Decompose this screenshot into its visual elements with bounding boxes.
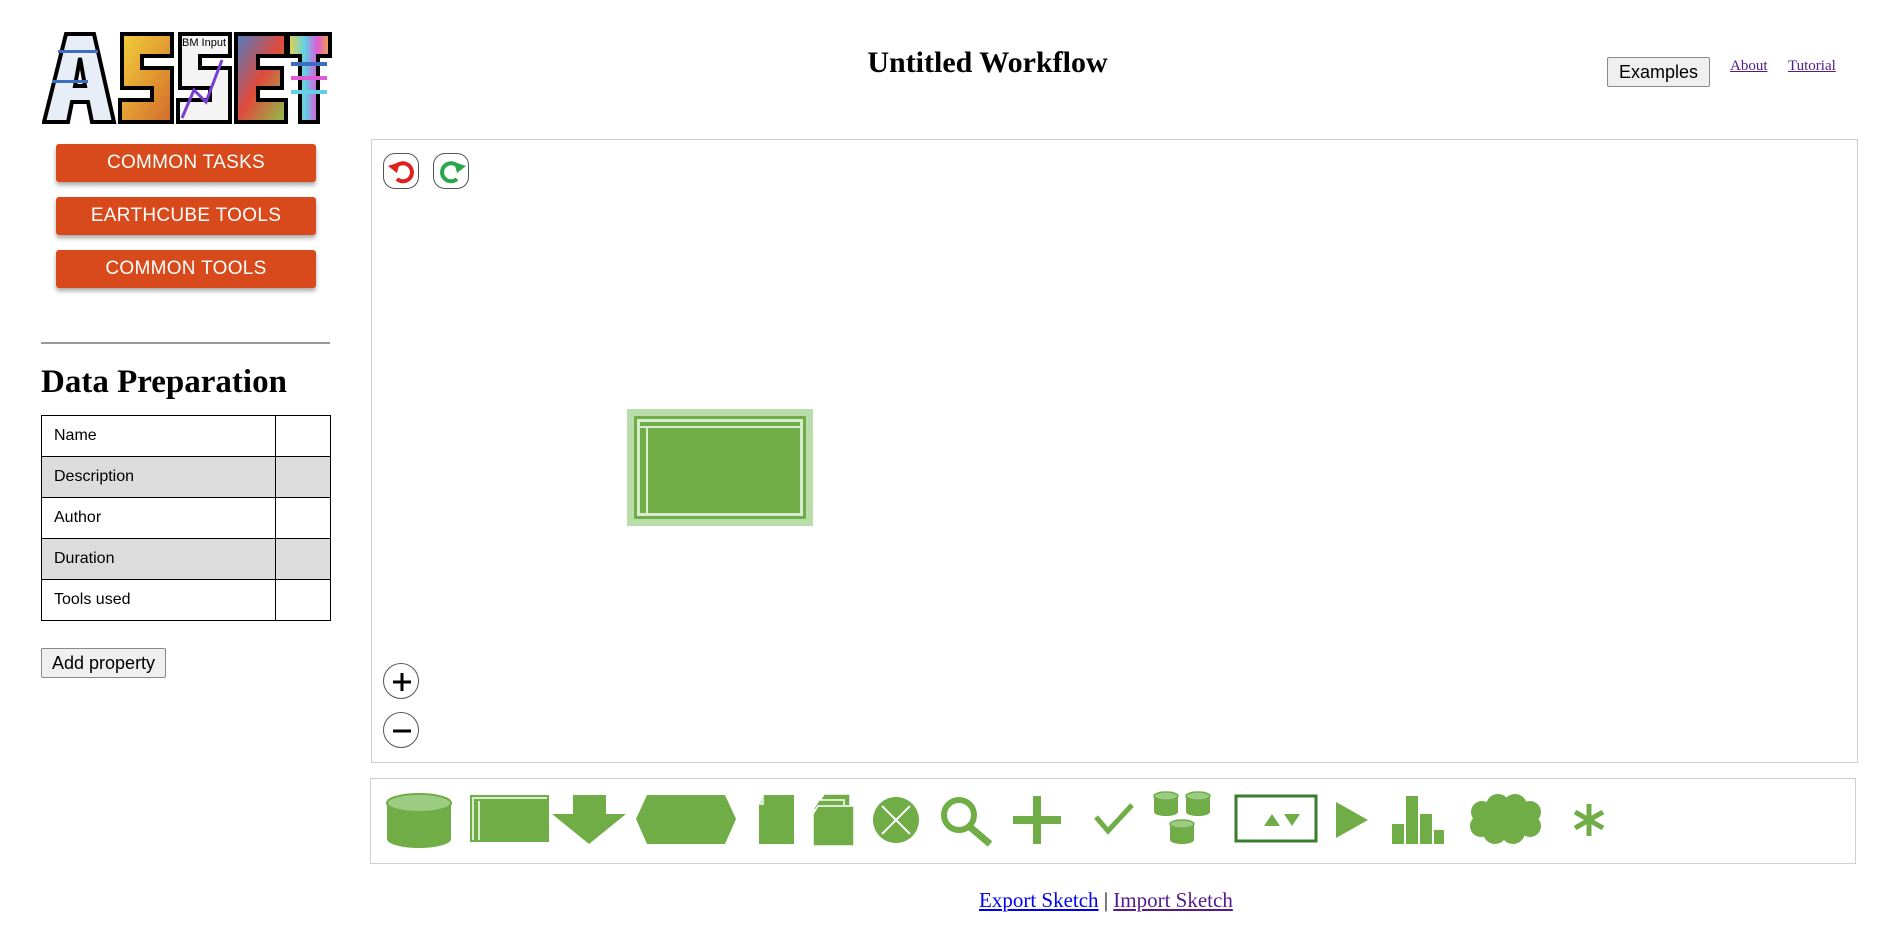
property-row: Tools used (41, 579, 331, 621)
property-row: Name (41, 415, 331, 457)
property-label: Description (41, 456, 276, 498)
cloud-icon[interactable] (1470, 794, 1541, 844)
property-value[interactable] (275, 538, 331, 580)
asset-logo: BM Input (42, 32, 332, 124)
examples-button[interactable]: Examples (1607, 57, 1710, 87)
multi-document-icon[interactable] (812, 793, 855, 847)
property-value[interactable] (275, 456, 331, 498)
property-label: Name (41, 415, 276, 457)
earthcube-tools-button[interactable]: EARTHCUBE TOOLS (56, 197, 316, 235)
asterisk-icon[interactable] (1573, 804, 1605, 836)
zoom-in-button[interactable] (383, 663, 419, 699)
property-value[interactable] (275, 497, 331, 539)
sidebar-divider (41, 342, 330, 344)
logo-inset-text: BM Input (182, 37, 226, 49)
redo-icon (440, 161, 466, 184)
play-icon[interactable] (1336, 802, 1368, 838)
databases-icon[interactable] (1153, 791, 1211, 844)
import-sketch-link[interactable]: Import Sketch (1113, 888, 1233, 912)
undo-button[interactable] (383, 153, 419, 189)
property-label: Duration (41, 538, 276, 580)
export-sketch-link[interactable]: Export Sketch (979, 888, 1099, 912)
footer-separator: | (1103, 888, 1109, 912)
sort-box-icon[interactable] (1234, 794, 1318, 843)
footer-links: Export Sketch | Import Sketch (979, 888, 1233, 913)
workflow-canvas[interactable] (371, 139, 1858, 763)
tutorial-link[interactable]: Tutorial (1788, 58, 1836, 75)
zoom-in-icon (393, 673, 411, 691)
rectangle-icon[interactable] (470, 795, 549, 842)
property-value[interactable] (275, 415, 331, 457)
bar-chart-icon[interactable] (1392, 796, 1444, 844)
magnifier-icon[interactable] (941, 797, 993, 847)
panel-title: Data Preparation (41, 364, 287, 400)
property-row: Duration (41, 538, 331, 580)
common-tools-button[interactable]: COMMON TOOLS (56, 250, 316, 288)
checkmark-icon[interactable] (1094, 803, 1134, 835)
hexagon-icon[interactable] (636, 795, 736, 844)
property-row: Author (41, 497, 331, 539)
down-arrow-icon[interactable] (552, 795, 626, 844)
common-tasks-button[interactable]: COMMON TASKS (56, 144, 316, 182)
properties-table: Name Description Author Duration Tools u… (41, 415, 331, 621)
redo-button[interactable] (433, 153, 469, 189)
property-label: Author (41, 497, 276, 539)
workflow-title[interactable]: Untitled Workflow (700, 46, 1275, 80)
process-node[interactable] (627, 409, 813, 526)
add-property-button[interactable]: Add property (41, 648, 167, 678)
zoom-out-button[interactable] (383, 712, 419, 748)
palette-shapes (386, 791, 1605, 848)
property-row: Description (41, 456, 331, 498)
undo-icon (388, 161, 414, 184)
circle-x-icon[interactable] (873, 797, 919, 843)
property-label: Tools used (41, 579, 276, 621)
property-value[interactable] (275, 579, 331, 621)
document-icon[interactable] (759, 795, 794, 844)
about-link[interactable]: About (1730, 58, 1768, 75)
plus-icon[interactable] (1013, 796, 1061, 844)
cylinder-icon[interactable] (386, 793, 452, 848)
zoom-out-icon (393, 729, 411, 733)
